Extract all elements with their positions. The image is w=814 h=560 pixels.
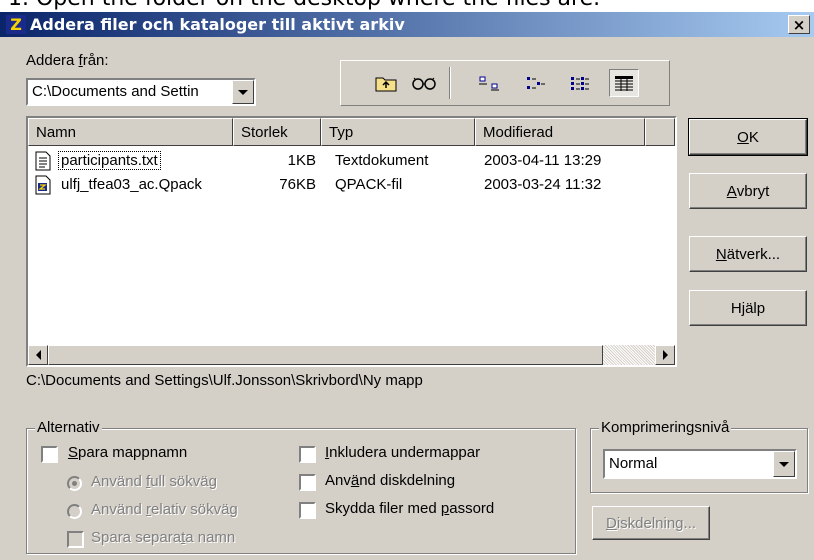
- close-icon: ×: [792, 15, 806, 34]
- window-title: Addera filer och kataloger till aktivt a…: [30, 15, 405, 34]
- file-name: ulfj_tfea03_ac.Qpack: [61, 176, 202, 193]
- file-row[interactable]: ulfj_tfea03_ac.Qpack 76KB QPACK-fil 2003…: [28, 173, 675, 197]
- use-relative-path-label: Använd relativ sökväg: [91, 501, 238, 518]
- protect-with-password-label[interactable]: Skydda filer med passord: [325, 500, 494, 517]
- view-toolbar: [340, 60, 670, 106]
- compression-level-dropdown-button[interactable]: [773, 451, 795, 477]
- instruction-caption-text: 1. Open the folder on the desktop where …: [8, 0, 600, 11]
- column-header-type[interactable]: Typ: [321, 118, 475, 146]
- disk-spanning-button[interactable]: Diskdelning...: [592, 506, 710, 540]
- include-subfolders-checkbox[interactable]: [299, 446, 316, 463]
- instruction-caption: 1. Open the folder on the desktop where …: [0, 0, 814, 12]
- use-full-path-label: Använd full sökväg: [91, 473, 217, 490]
- compression-level-value: Normal: [609, 455, 658, 472]
- column-header-name[interactable]: Namn: [28, 118, 233, 146]
- cancel-button[interactable]: Avbryt: [689, 173, 807, 209]
- small-icons-view-icon[interactable]: [521, 69, 551, 97]
- large-icons-view-icon[interactable]: [475, 69, 505, 97]
- protect-with-password-checkbox[interactable]: [299, 502, 316, 519]
- scroll-left-button[interactable]: [28, 345, 48, 365]
- arrow-right-icon: [662, 350, 668, 360]
- list-view-icon[interactable]: [565, 69, 595, 97]
- add-from-dropdown-button[interactable]: [232, 80, 254, 104]
- folder-up-icon[interactable]: [371, 69, 401, 97]
- column-header-size[interactable]: Storlek: [233, 118, 321, 146]
- find-icon[interactable]: [409, 69, 439, 97]
- add-from-value: C:\Documents and Settin: [32, 83, 199, 100]
- network-button[interactable]: Nätverk...: [689, 236, 807, 272]
- help-button[interactable]: Hj älp: [689, 290, 807, 326]
- file-row[interactable]: participants.txt 1KB Textdokument 2003-0…: [28, 149, 675, 173]
- qpack-file-icon: [34, 175, 51, 195]
- compression-level-dropdown[interactable]: Normal: [603, 449, 797, 479]
- add-from-label: Addera från:: [26, 52, 109, 69]
- options-group: Alternativ Spara mappnamn Använd full sö…: [26, 419, 576, 554]
- current-path: C:\Documents and Settings\Ulf.Jonsson\Sk…: [26, 372, 423, 389]
- file-type: Textdokument: [335, 152, 429, 169]
- add-from-dropdown[interactable]: C:\Documents and Settin: [26, 78, 256, 106]
- column-header-empty: [645, 118, 675, 146]
- save-folder-names-label[interactable]: Spara mappnamn: [68, 444, 187, 461]
- include-subfolders-label[interactable]: Inkludera undermappar: [325, 444, 480, 461]
- horizontal-scrollbar[interactable]: [28, 345, 675, 365]
- ok-button[interactable]: OK: [688, 118, 808, 156]
- app-icon: Z: [6, 15, 26, 34]
- use-relative-path-radio[interactable]: [67, 504, 82, 519]
- arrow-left-icon: [35, 350, 41, 360]
- use-full-path-radio[interactable]: [67, 476, 82, 491]
- scroll-track[interactable]: [603, 345, 655, 365]
- column-header-modified[interactable]: Modifierad: [475, 118, 645, 146]
- chevron-down-icon: [779, 461, 789, 467]
- file-type: QPACK-fil: [335, 176, 403, 193]
- use-disk-spanning-label[interactable]: Använd diskdelning: [325, 472, 455, 489]
- file-size: 1KB: [287, 152, 316, 169]
- details-view-icon[interactable]: [609, 69, 639, 97]
- file-name: participants.txt: [58, 151, 161, 170]
- file-modified: 2003-03-24 11:32: [484, 176, 602, 193]
- scroll-thumb[interactable]: [48, 345, 603, 365]
- save-separate-names-checkbox[interactable]: [67, 531, 84, 548]
- save-separate-names-label: Spara separata namn: [91, 529, 236, 546]
- toolbar-separator: [449, 67, 451, 99]
- options-group-title: Alternativ: [35, 419, 102, 436]
- file-list-header: Namn Storlek Typ Modifierad: [28, 118, 675, 146]
- use-disk-spanning-checkbox[interactable]: [299, 474, 316, 491]
- compression-group: Komprimeringsnivå Normal: [590, 419, 808, 493]
- save-folder-names-checkbox[interactable]: [41, 446, 58, 463]
- text-file-icon: [34, 151, 51, 171]
- close-button[interactable]: ×: [788, 15, 810, 34]
- compression-group-title: Komprimeringsnivå: [599, 419, 732, 436]
- file-modified: 2003-04-11 13:29: [484, 152, 602, 169]
- file-size: 76KB: [279, 176, 316, 193]
- chevron-down-icon: [238, 89, 248, 95]
- title-bar: Z Addera filer och kataloger till aktivt…: [0, 12, 814, 37]
- file-list[interactable]: Namn Storlek Typ Modifierad participants…: [26, 116, 677, 367]
- scroll-right-button[interactable]: [655, 345, 675, 365]
